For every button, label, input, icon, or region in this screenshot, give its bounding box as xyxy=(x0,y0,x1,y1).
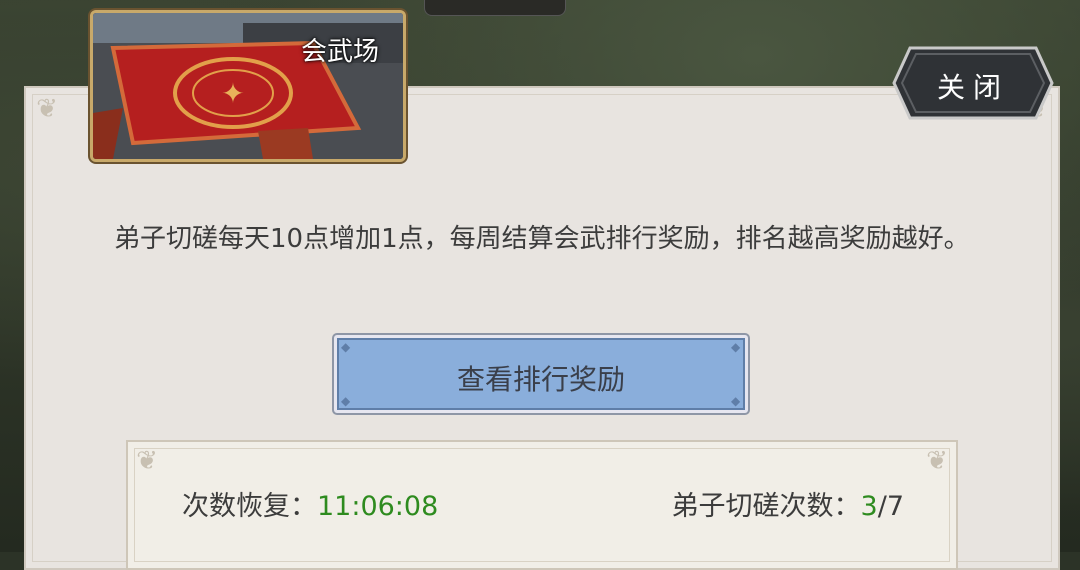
arena-title: 会武场 xyxy=(300,37,379,67)
corner-dot-icon: ◆ xyxy=(341,340,351,354)
spar-count-max: 7 xyxy=(886,491,904,522)
stats-box: ❦ ❦ 次数恢复：11:06:08 弟子切磋次数：3/7 xyxy=(126,440,958,570)
arena-thumbnail: ✦ 会武场 xyxy=(90,10,406,162)
corner-ornament-icon: ❦ xyxy=(36,94,58,124)
corner-ornament-icon: ❦ xyxy=(926,446,948,476)
spar-count-current: 3 xyxy=(860,491,878,522)
close-button[interactable]: 关闭 xyxy=(892,46,1054,120)
rules-description: 弟子切磋每天10点增加1点，每周结算会武排行奖励，排名越高奖励越好。 xyxy=(114,224,970,254)
corner-ornament-icon: ❦ xyxy=(136,446,158,476)
spar-count-separator: / xyxy=(877,491,887,522)
view-rank-rewards-button[interactable]: ◆ ◆ ◆ ◆ 查看排行奖励 xyxy=(334,335,748,413)
corner-dot-icon: ◆ xyxy=(731,340,741,354)
svg-text:✦: ✦ xyxy=(221,77,244,110)
background-top-tab xyxy=(424,0,566,16)
close-button-label: 关闭 xyxy=(936,71,1009,104)
recovery-timer: 次数恢复：11:06:08 xyxy=(182,484,438,523)
view-rank-rewards-label: 查看排行奖励 xyxy=(456,363,625,396)
spar-count-label: 弟子切磋次数： xyxy=(671,491,861,522)
recovery-time: 11:06:08 xyxy=(317,491,439,522)
recovery-label: 次数恢复： xyxy=(182,491,317,522)
spar-count: 弟子切磋次数：3/7 xyxy=(672,484,904,523)
